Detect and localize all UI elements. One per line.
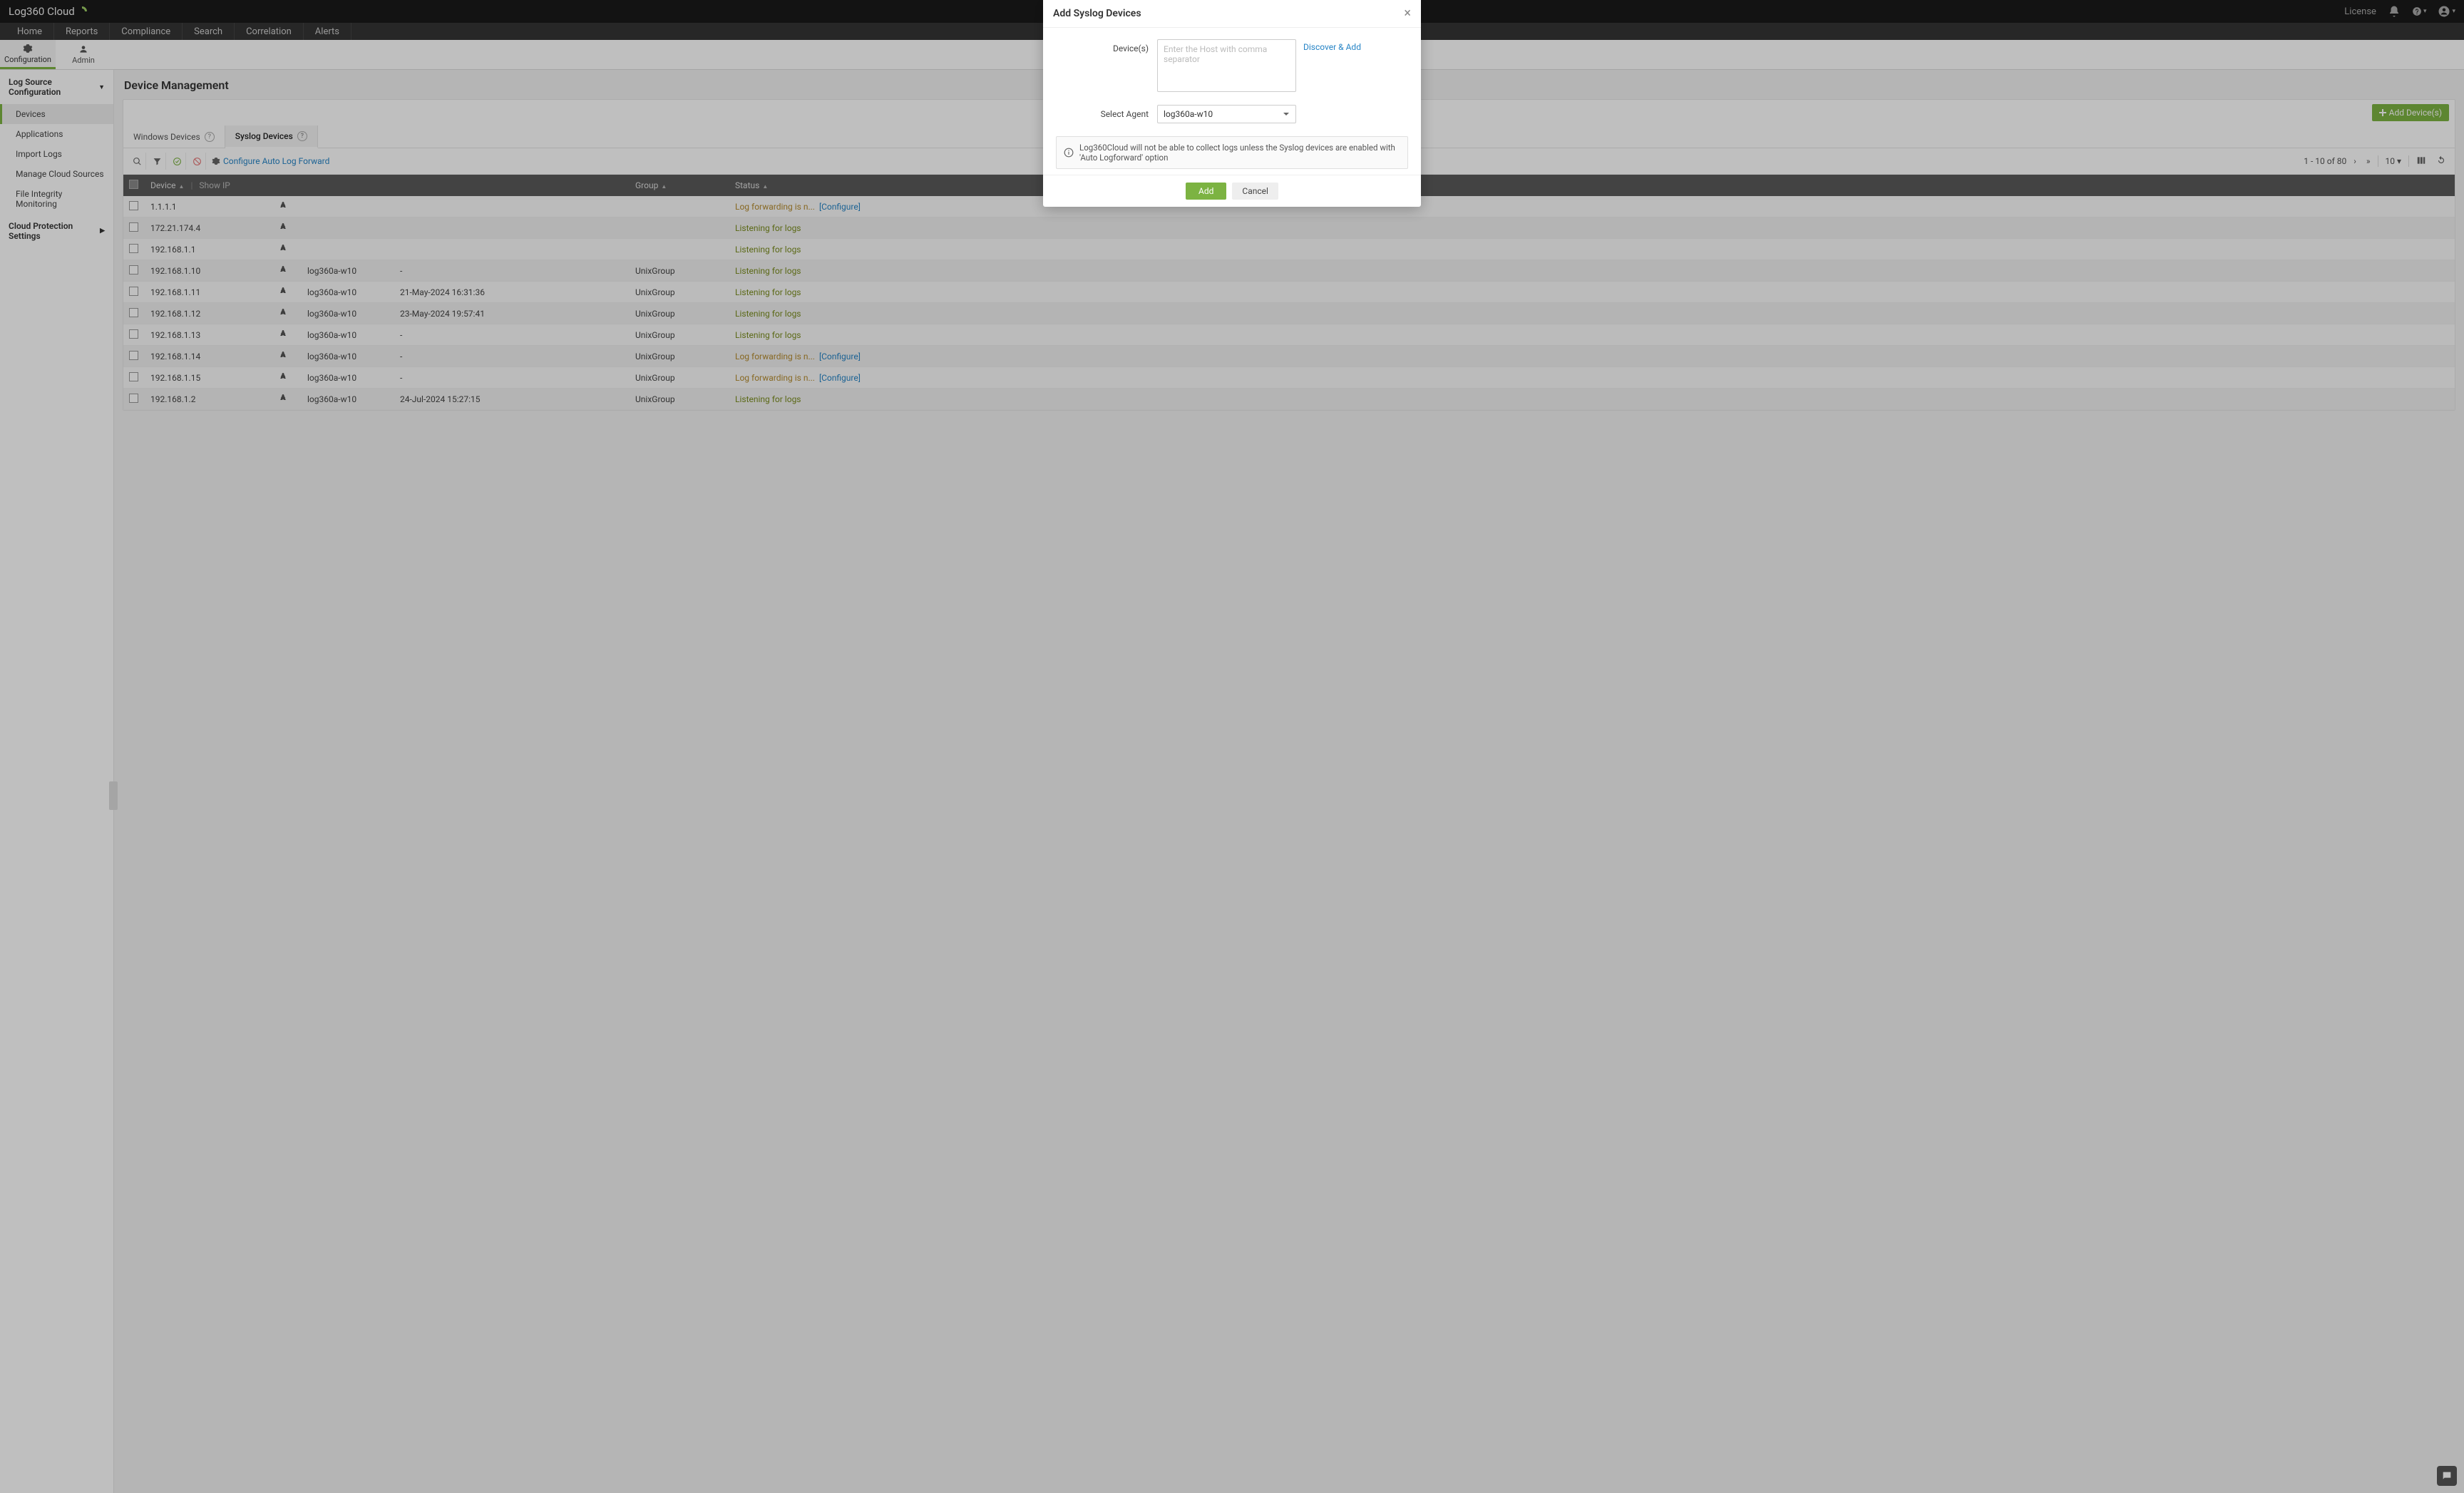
add-syslog-modal: Add Syslog Devices × Device(s) Discover … — [1043, 0, 1421, 207]
agent-select-value: log360a-w10 — [1164, 109, 1213, 119]
info-icon — [1064, 148, 1074, 158]
modal-overlay: Add Syslog Devices × Device(s) Discover … — [0, 0, 2464, 1493]
modal-close-button[interactable]: × — [1404, 7, 1411, 20]
devices-input[interactable] — [1157, 39, 1296, 92]
discover-add-link[interactable]: Discover & Add — [1303, 39, 1361, 52]
modal-title: Add Syslog Devices — [1053, 8, 1141, 19]
info-note: Log360Cloud will not be able to collect … — [1056, 136, 1408, 169]
agent-label: Select Agent — [1056, 105, 1149, 119]
modal-cancel-button[interactable]: Cancel — [1232, 183, 1278, 200]
chevron-down-icon — [1283, 111, 1290, 118]
agent-select[interactable]: log360a-w10 — [1157, 105, 1296, 123]
modal-add-button[interactable]: Add — [1186, 183, 1226, 200]
devices-label: Device(s) — [1056, 39, 1149, 53]
